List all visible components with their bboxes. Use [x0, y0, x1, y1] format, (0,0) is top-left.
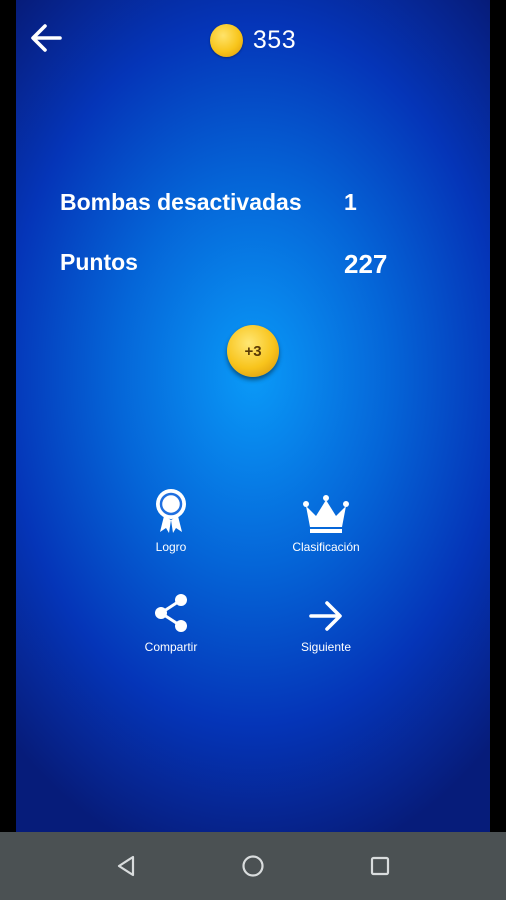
bombs-label: Bombas desactivadas — [60, 189, 302, 215]
share-button[interactable]: Compartir — [116, 592, 226, 654]
share-icon — [155, 594, 187, 632]
coin-icon — [209, 24, 243, 57]
points-value: 227 — [344, 249, 388, 279]
crown-icon — [303, 495, 349, 533]
coin-balance: 353 — [16, 24, 490, 57]
coin-count: 353 — [252, 26, 297, 54]
bonus-coin: +3 — [227, 325, 279, 377]
ribbon-award-icon — [156, 489, 186, 533]
device-screen: 353 Bombas desactivadas 1 Puntos 227 +3 … — [0, 0, 506, 900]
nav-recents-button[interactable] — [360, 846, 400, 886]
arrow-right-icon — [309, 601, 342, 631]
nav-home-button[interactable] — [233, 846, 273, 886]
bombs-value: 1 — [344, 189, 357, 215]
next-button[interactable]: Siguiente — [271, 592, 381, 654]
ranking-label: Clasificación — [292, 540, 360, 554]
android-nav-bar — [0, 832, 506, 900]
circle-home-icon — [242, 855, 264, 877]
achievement-button[interactable]: Logro — [116, 484, 226, 554]
points-label: Puntos — [60, 249, 138, 275]
achievement-label: Logro — [155, 540, 187, 554]
ranking-button[interactable]: Clasificación — [271, 484, 381, 554]
nav-back-button[interactable] — [106, 846, 146, 886]
results-screen: 353 Bombas desactivadas 1 Puntos 227 +3 … — [16, 0, 490, 832]
share-label: Compartir — [144, 640, 198, 654]
next-label: Siguiente — [300, 640, 352, 654]
bonus-coin-label: +3 — [244, 342, 262, 360]
square-recents-icon — [371, 856, 390, 876]
triangle-back-icon — [117, 855, 134, 877]
